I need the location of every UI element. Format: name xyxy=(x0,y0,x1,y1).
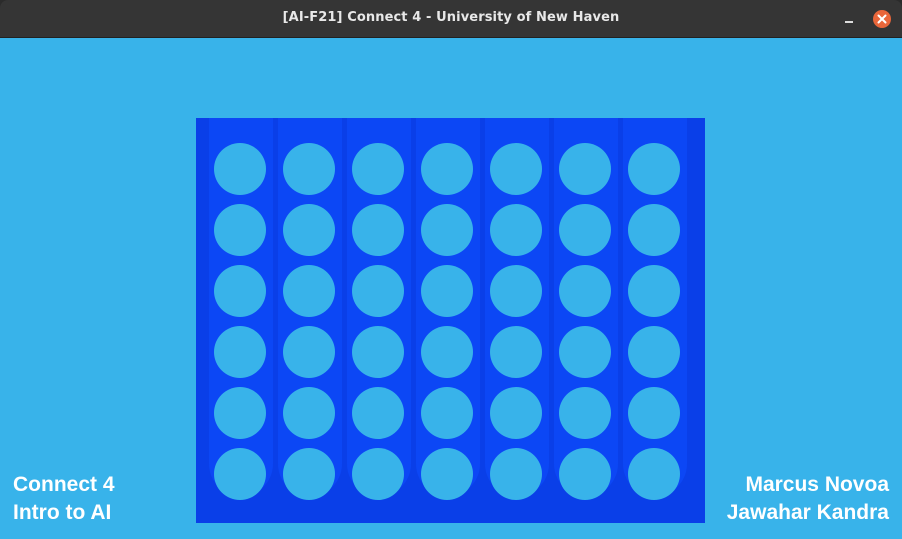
author-1-label: Marcus Novoa xyxy=(745,473,889,496)
board-cell[interactable] xyxy=(559,448,611,500)
game-board[interactable] xyxy=(196,118,705,523)
board-cell[interactable] xyxy=(214,448,266,500)
board-cell[interactable] xyxy=(214,204,266,256)
board-cell[interactable] xyxy=(214,265,266,317)
board-cell[interactable] xyxy=(559,265,611,317)
board-cell[interactable] xyxy=(421,204,473,256)
board-cell[interactable] xyxy=(628,265,680,317)
window-title: [AI-F21] Connect 4 - University of New H… xyxy=(282,10,620,25)
board-cell[interactable] xyxy=(490,326,542,378)
board-cell[interactable] xyxy=(352,448,404,500)
board-cell[interactable] xyxy=(352,265,404,317)
board-cell[interactable] xyxy=(490,448,542,500)
board-cell[interactable] xyxy=(628,448,680,500)
board-cell[interactable] xyxy=(559,204,611,256)
game-canvas[interactable]: Connect 4 Intro to AI Marcus Novoa Jawah… xyxy=(0,38,902,539)
board-cell[interactable] xyxy=(490,387,542,439)
board-cell[interactable] xyxy=(283,143,335,195)
board-grid[interactable] xyxy=(196,118,705,523)
board-cell[interactable] xyxy=(421,326,473,378)
board-cell[interactable] xyxy=(283,387,335,439)
board-cell[interactable] xyxy=(421,143,473,195)
board-cell[interactable] xyxy=(214,326,266,378)
board-cell[interactable] xyxy=(283,204,335,256)
board-cell[interactable] xyxy=(352,204,404,256)
close-button[interactable] xyxy=(873,10,891,28)
board-cell[interactable] xyxy=(421,265,473,317)
game-name-label: Connect 4 xyxy=(13,473,115,496)
board-cell[interactable] xyxy=(421,387,473,439)
board-cell[interactable] xyxy=(628,387,680,439)
board-cell[interactable] xyxy=(283,448,335,500)
author-2-label: Jawahar Kandra xyxy=(726,501,889,524)
board-cell[interactable] xyxy=(214,143,266,195)
board-cell[interactable] xyxy=(352,387,404,439)
authors-info: Marcus Novoa Jawahar Kandra xyxy=(727,471,889,527)
board-cell[interactable] xyxy=(490,143,542,195)
close-icon xyxy=(877,14,887,24)
board-cell[interactable] xyxy=(421,448,473,500)
board-cell[interactable] xyxy=(214,387,266,439)
board-cell[interactable] xyxy=(283,265,335,317)
board-cell[interactable] xyxy=(628,143,680,195)
board-cell[interactable] xyxy=(628,326,680,378)
board-cell[interactable] xyxy=(490,265,542,317)
board-cell[interactable] xyxy=(352,143,404,195)
board-cell[interactable] xyxy=(352,326,404,378)
board-cell[interactable] xyxy=(559,387,611,439)
board-cell[interactable] xyxy=(559,143,611,195)
title-bar[interactable]: [AI-F21] Connect 4 - University of New H… xyxy=(0,0,902,38)
minimize-button[interactable] xyxy=(842,12,856,26)
board-cell[interactable] xyxy=(283,326,335,378)
board-cell[interactable] xyxy=(628,204,680,256)
game-window: [AI-F21] Connect 4 - University of New H… xyxy=(0,0,902,539)
course-name-label: Intro to AI xyxy=(13,501,112,524)
board-cell[interactable] xyxy=(490,204,542,256)
board-cell[interactable] xyxy=(559,326,611,378)
course-info: Connect 4 Intro to AI xyxy=(13,471,115,527)
